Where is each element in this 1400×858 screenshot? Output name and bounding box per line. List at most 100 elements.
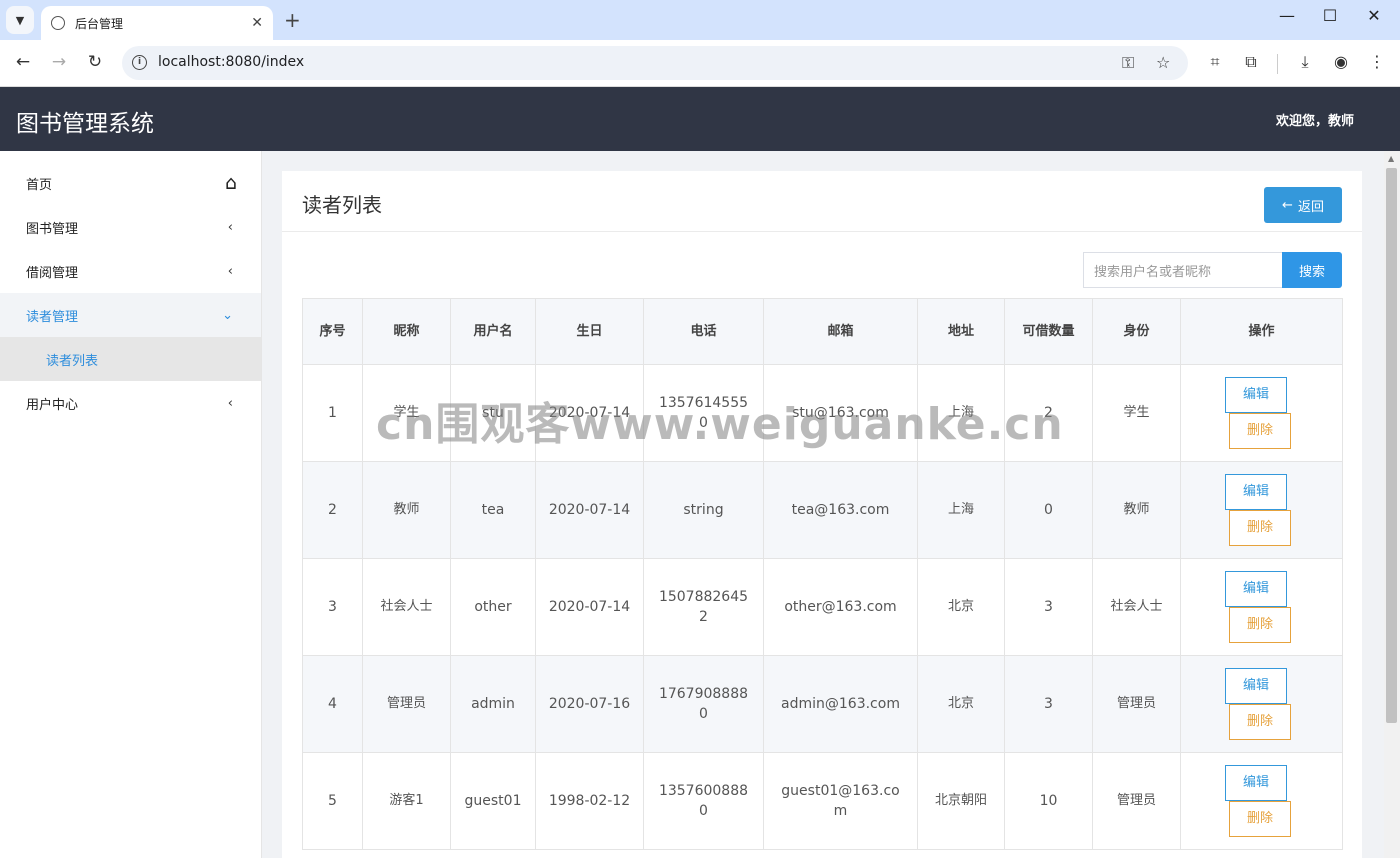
edit-button[interactable]: 编辑 xyxy=(1225,474,1287,510)
delete-button[interactable]: 删除 xyxy=(1229,801,1291,837)
profile-icon[interactable]: ◉ xyxy=(1330,52,1352,71)
address-bar[interactable]: i localhost:8080/index ⚿ ☆ xyxy=(122,46,1188,80)
cell-actions: 编辑 删除 xyxy=(1180,655,1343,753)
home-icon: ⌂ xyxy=(224,172,237,194)
table-row: 4 管理员 admin 2020-07-16 17679088880 admin… xyxy=(302,655,1343,753)
forward-arrow-button[interactable]: → xyxy=(47,52,71,72)
cell-quota: 3 xyxy=(1004,558,1093,656)
reader-table: 序号 昵称 用户名 生日 电话 邮箱 地址 可借数量 身份 操作 1 学生 st… xyxy=(302,298,1343,850)
chevron-left-icon: ‹ xyxy=(227,219,233,235)
cell-birthday: 2020-07-14 xyxy=(535,558,644,656)
cell-role: 管理员 xyxy=(1092,655,1181,753)
extensions-icon[interactable]: ⧉ xyxy=(1240,52,1262,72)
delete-button[interactable]: 删除 xyxy=(1229,510,1291,546)
browser-tab[interactable]: 后台管理 ✕ xyxy=(41,6,273,40)
column-header: 用户名 xyxy=(450,298,536,365)
table-row: 2 教师 tea 2020-07-14 string tea@163.com 上… xyxy=(302,461,1343,559)
delete-button[interactable]: 删除 xyxy=(1229,704,1291,740)
cell-username: guest01 xyxy=(450,752,536,850)
scrollbar-thumb[interactable] xyxy=(1386,168,1397,723)
globe-icon xyxy=(51,16,65,30)
search-input[interactable]: 搜索用户名或者昵称 xyxy=(1083,252,1283,288)
close-window-button[interactable]: ✕ xyxy=(1351,6,1397,25)
cell-phone: string xyxy=(643,461,764,559)
column-header: 可借数量 xyxy=(1004,298,1093,365)
search-button[interactable]: 搜索 xyxy=(1282,252,1342,288)
edit-button[interactable]: 编辑 xyxy=(1225,765,1287,801)
column-header: 邮箱 xyxy=(763,298,918,365)
cell-actions: 编辑 删除 xyxy=(1180,752,1343,850)
edit-button[interactable]: 编辑 xyxy=(1225,377,1287,413)
cell-quota: 10 xyxy=(1004,752,1093,850)
cell-email: other@163.com xyxy=(763,558,918,656)
sidebar-item-reader-management[interactable]: 读者管理 ⌄ xyxy=(0,293,261,337)
reload-button[interactable]: ↻ xyxy=(83,52,107,72)
column-header: 昵称 xyxy=(362,298,451,365)
cell-nickname: 教师 xyxy=(362,461,451,559)
key-icon[interactable]: ⚿ xyxy=(1122,53,1134,73)
page-title: 读者列表 xyxy=(302,193,382,217)
cell-no: 4 xyxy=(302,655,363,753)
cell-actions: 编辑 删除 xyxy=(1180,461,1343,559)
cell-address: 上海 xyxy=(917,461,1005,559)
cell-nickname: 游客1 xyxy=(362,752,451,850)
cell-actions: 编辑 删除 xyxy=(1180,364,1343,462)
cell-birthday: 2020-07-14 xyxy=(535,461,644,559)
chevron-down-icon: ▼ xyxy=(15,13,25,27)
sidebar-item-label: 读者管理 xyxy=(26,309,79,325)
url-text[interactable]: localhost:8080/index xyxy=(158,54,304,70)
cell-actions: 编辑 删除 xyxy=(1180,558,1343,656)
sidebar-item-home[interactable]: 首页 ⌂ xyxy=(0,161,261,205)
cell-no: 2 xyxy=(302,461,363,559)
cell-address: 北京朝阳 xyxy=(917,752,1005,850)
back-arrow-button[interactable]: ← xyxy=(11,52,35,72)
chevron-left-icon: ‹ xyxy=(227,395,233,411)
cell-no: 5 xyxy=(302,752,363,850)
cell-phone: 13576008880 xyxy=(643,752,764,850)
back-button[interactable]: ← 返回 xyxy=(1264,187,1342,223)
sidebar-subitem-reader-list[interactable]: 读者列表 xyxy=(0,337,261,381)
cell-no: 3 xyxy=(302,558,363,656)
cell-address: 北京 xyxy=(917,558,1005,656)
cell-phone: 17679088880 xyxy=(643,655,764,753)
sidebar-item-label: 用户中心 xyxy=(26,397,79,413)
welcome-text[interactable]: 欢迎您，教师 xyxy=(1276,110,1354,129)
cell-quota: 0 xyxy=(1004,461,1093,559)
delete-button[interactable]: 删除 xyxy=(1229,413,1291,449)
card-header: 读者列表 ← 返回 xyxy=(282,171,1362,232)
edit-button[interactable]: 编辑 xyxy=(1225,571,1287,607)
sidebar-item-book-management[interactable]: 图书管理 ‹ xyxy=(0,205,261,249)
minimize-button[interactable]: — xyxy=(1264,6,1310,25)
cell-username: other xyxy=(450,558,536,656)
edit-button[interactable]: 编辑 xyxy=(1225,668,1287,704)
reader-list-card: 读者列表 ← 返回 搜索用户名或者昵称 搜索 序号 昵称 用户名 生日 电话 邮… xyxy=(282,171,1362,858)
sidebar-item-user-center[interactable]: 用户中心 ‹ xyxy=(0,381,261,425)
cell-email: guest01@163.com xyxy=(763,752,918,850)
cell-birthday: 1998-02-12 xyxy=(535,752,644,850)
table-header-row: 序号 昵称 用户名 生日 电话 邮箱 地址 可借数量 身份 操作 xyxy=(302,298,1343,365)
delete-button[interactable]: 删除 xyxy=(1229,607,1291,643)
column-header: 电话 xyxy=(643,298,764,365)
app-header: 图书管理系统 欢迎您，教师 xyxy=(0,87,1400,151)
close-tab-icon[interactable]: ✕ xyxy=(251,15,263,31)
more-menu-icon[interactable]: ⋮ xyxy=(1366,52,1388,71)
cell-email: admin@163.com xyxy=(763,655,918,753)
sidebar-item-borrow-management[interactable]: 借阅管理 ‹ xyxy=(0,249,261,293)
sidebar-item-label: 首页 xyxy=(26,177,53,193)
bookmark-star-icon[interactable]: ☆ xyxy=(1156,53,1170,72)
arrow-left-icon: ← xyxy=(1282,197,1293,213)
crop-icon[interactable]: ⌗ xyxy=(1204,52,1226,72)
sidebar-item-label: 读者列表 xyxy=(46,353,99,369)
site-info-icon[interactable]: i xyxy=(132,55,147,70)
cell-address: 北京 xyxy=(917,655,1005,753)
tab-search-button[interactable]: ▼ xyxy=(6,6,34,34)
sidebar: 首页 ⌂ 图书管理 ‹ 借阅管理 ‹ 读者管理 ⌄ 读者列表 用户中心 ‹ xyxy=(0,151,262,858)
maximize-button[interactable]: ☐ xyxy=(1307,6,1353,25)
cell-role: 社会人士 xyxy=(1092,558,1181,656)
scroll-up-arrow-icon[interactable]: ▲ xyxy=(1388,154,1394,163)
new-tab-button[interactable]: + xyxy=(284,8,301,32)
table-row: 5 游客1 guest01 1998-02-12 13576008880 gue… xyxy=(302,752,1343,850)
watermark-text: cn围观客www.weiguanke.cn xyxy=(376,399,1064,450)
app-title: 图书管理系统 xyxy=(16,111,154,137)
download-icon[interactable]: ⤓ xyxy=(1294,52,1316,72)
